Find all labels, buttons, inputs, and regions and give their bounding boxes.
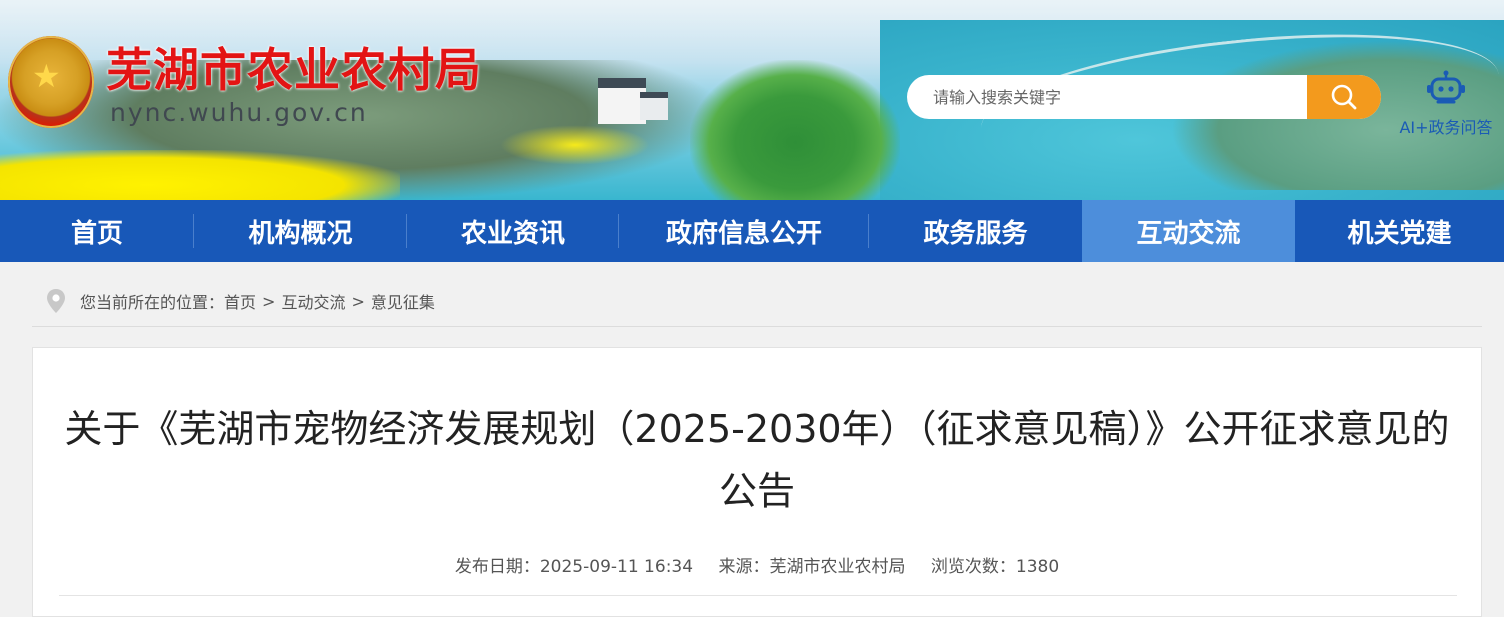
site-title[interactable]: 芜湖市农业农村局 — [106, 44, 482, 96]
header-banner: ★ 芜湖市农业农村局 nync.wuhu.gov.cn AI+政务问答 — [0, 0, 1504, 200]
search-box — [907, 75, 1381, 119]
ai-assistant-label: AI+政务问答 — [1399, 118, 1493, 137]
publish-date: 发布日期：2025-09-11 16:34 — [455, 557, 693, 577]
view-count: 浏览次数：1380 — [931, 557, 1059, 577]
nav-item-services[interactable]: 政务服务 — [869, 200, 1082, 262]
main-nav: 首页 机构概况 农业资讯 政府信息公开 政务服务 互动交流 机关党建 — [0, 200, 1504, 262]
breadcrumb-feedback[interactable]: 意见征集 — [371, 289, 435, 313]
ai-assistant-button[interactable]: AI+政务问答 — [1394, 70, 1498, 137]
banner-rapeseed-field — [0, 150, 400, 200]
breadcrumb-separator: > — [351, 291, 365, 311]
nav-item-home[interactable]: 首页 — [0, 200, 194, 262]
site-domain: nync.wuhu.gov.cn — [110, 98, 368, 127]
nav-item-gov-info[interactable]: 政府信息公开 — [619, 200, 869, 262]
banner-tree-island — [690, 60, 900, 200]
article-divider — [59, 595, 1457, 596]
breadcrumb-divider — [32, 326, 1482, 327]
source-value: 芜湖市农业农村局 — [769, 557, 906, 577]
emblem-star-icon: ★ — [32, 57, 61, 95]
views-label: 浏览次数： — [930, 557, 1016, 577]
national-emblem-icon[interactable]: ★ — [8, 36, 94, 128]
publish-date-value: 2025-09-11 16:34 — [539, 557, 694, 577]
breadcrumb-prefix: 您当前所在的位置： — [80, 293, 225, 312]
breadcrumb-separator: > — [262, 291, 276, 311]
robot-icon — [1427, 70, 1465, 104]
nav-item-interaction[interactable]: 互动交流 — [1082, 200, 1295, 262]
search-input[interactable] — [907, 75, 1307, 119]
publish-date-label: 发布日期： — [454, 557, 540, 577]
source-label: 来源： — [718, 557, 770, 577]
nav-item-organization[interactable]: 机构概况 — [194, 200, 407, 262]
article-meta: 发布日期：2025-09-11 16:34 来源：芜湖市农业农村局 浏览次数：1… — [33, 552, 1481, 577]
banner-house — [598, 78, 646, 124]
article-title: 关于《芜湖市宠物经济发展规划（2025-2030年）（征求意见稿）》公开征求意见… — [64, 407, 1450, 513]
breadcrumb: 您当前所在的位置： 首页 > 互动交流 > 意见征集 — [46, 288, 435, 314]
views-value: 1380 — [1015, 557, 1060, 577]
search-icon — [1331, 84, 1357, 110]
location-pin-icon — [47, 289, 65, 313]
search-button[interactable] — [1307, 75, 1381, 119]
article-panel: 关于《芜湖市宠物经济发展规划（2025-2030年）（征求意见稿）》公开征求意见… — [32, 347, 1482, 617]
banner-rapeseed-field-small — [500, 125, 650, 165]
banner-house-small — [640, 92, 668, 120]
breadcrumb-interaction[interactable]: 互动交流 — [281, 289, 345, 313]
breadcrumb-home[interactable]: 首页 — [224, 289, 256, 313]
article-source: 来源：芜湖市农业农村局 — [718, 557, 905, 577]
nav-item-party[interactable]: 机关党建 — [1295, 200, 1504, 262]
nav-item-agri-news[interactable]: 农业资讯 — [407, 200, 619, 262]
